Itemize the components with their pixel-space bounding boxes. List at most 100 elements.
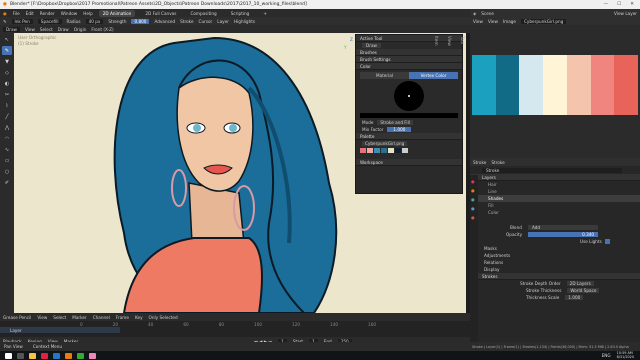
highlights-dropdown[interactable]: Highlights: [234, 19, 255, 24]
blender-taskbar-icon[interactable]: [65, 352, 72, 359]
image-view-menu-2[interactable]: View: [488, 19, 498, 24]
material-selector[interactable]: Spacefill: [37, 18, 62, 24]
advanced-dropdown[interactable]: Advanced: [154, 19, 175, 24]
color-header[interactable]: Color: [356, 63, 462, 70]
color-wheel[interactable]: [394, 81, 424, 111]
color-value-slider[interactable]: [360, 113, 458, 118]
image-image-menu[interactable]: Image: [503, 19, 516, 24]
modifier-properties-icon[interactable]: ●: [471, 206, 477, 211]
task-view-icon[interactable]: [17, 352, 24, 359]
language-indicator[interactable]: ENG: [602, 353, 611, 358]
mode-selector[interactable]: Draw: [3, 26, 20, 32]
only-selected-toggle[interactable]: Only Selected: [149, 315, 178, 320]
timeline-marker-menu[interactable]: Marker: [72, 315, 86, 320]
layer-item-color[interactable]: Color: [470, 209, 640, 216]
swatch[interactable]: [360, 148, 366, 153]
image-view-menu[interactable]: View: [473, 19, 483, 24]
line-tool-icon[interactable]: ╱: [2, 112, 12, 121]
masks-section[interactable]: Masks: [470, 245, 640, 252]
opacity-slider[interactable]: 0.340: [528, 232, 599, 237]
layer-dropdown[interactable]: Layer: [217, 19, 229, 24]
layer-item-line[interactable]: Line: [470, 188, 640, 195]
timeline-frame-menu[interactable]: Frame: [116, 315, 129, 320]
add-workspace-button[interactable]: +: [259, 10, 271, 17]
polyline-tool-icon[interactable]: ⋀: [2, 123, 12, 132]
axis-z-label[interactable]: Z: [350, 37, 353, 42]
active-tool-field[interactable]: Draw: [362, 43, 381, 48]
properties-tab-stroke-2[interactable]: Stroke: [491, 160, 504, 165]
sidebar-tab-tool[interactable]: Tool: [460, 36, 465, 46]
workspace-tab-compositing[interactable]: Compositing: [186, 10, 220, 17]
annotate-tool-icon[interactable]: ✐: [2, 178, 12, 187]
display-section[interactable]: Display: [470, 266, 640, 273]
mode-dropdown[interactable]: Stroke and Fill: [377, 120, 413, 125]
clock[interactable]: 10:59 AM 8/31/2020: [617, 351, 634, 360]
file-explorer-icon[interactable]: [29, 352, 36, 359]
material-properties-icon[interactable]: ●: [471, 215, 477, 220]
palette-header[interactable]: Palette: [356, 133, 462, 140]
swatch[interactable]: [381, 148, 387, 153]
thickness-scale-field[interactable]: 1.000: [565, 295, 584, 300]
photoshop-icon[interactable]: [53, 352, 60, 359]
workspace-tab-scripting[interactable]: Scripting: [227, 10, 254, 17]
scene-name[interactable]: Scene: [481, 11, 494, 16]
timeline-select-menu[interactable]: Select: [53, 315, 66, 320]
tint-tool-icon[interactable]: ◐: [2, 79, 12, 88]
minimize-icon[interactable]: —: [604, 2, 609, 7]
layer-item-fill[interactable]: Fill: [470, 202, 640, 209]
menu-file[interactable]: File: [13, 11, 20, 16]
radius-field[interactable]: 40 px: [85, 18, 104, 24]
layer-channel-row[interactable]: Layer: [0, 327, 120, 333]
stroke-dropdown[interactable]: Stroke: [180, 19, 193, 24]
origin-dropdown[interactable]: Origin: [74, 27, 87, 32]
workspace-tab-2d-full[interactable]: 2D Full Canvas: [141, 10, 180, 17]
strength-slider[interactable]: 0.800: [131, 18, 150, 24]
close-icon[interactable]: ✕: [630, 2, 634, 7]
swatch[interactable]: [367, 148, 373, 153]
workspace-header[interactable]: Workspace: [356, 159, 462, 166]
image-name-field[interactable]: CyberpunkGirl.png: [521, 18, 567, 24]
menu-edit[interactable]: Edit: [26, 11, 34, 16]
stroke-thickness-dropdown[interactable]: World Space: [567, 288, 600, 293]
object-properties-icon[interactable]: ●: [471, 197, 477, 202]
tab-vertex-color[interactable]: Vertex Color: [409, 72, 458, 79]
swatch[interactable]: [374, 148, 380, 153]
blender-menu-icon[interactable]: ●: [3, 11, 7, 16]
opera-icon[interactable]: [41, 352, 48, 359]
blend-dropdown[interactable]: Add: [527, 225, 598, 230]
strokes-header[interactable]: Strokes: [470, 273, 640, 280]
object-name-field[interactable]: Stroke: [482, 167, 622, 173]
brushes-header[interactable]: Brushes: [356, 49, 462, 56]
cutter-tool-icon[interactable]: ✂: [2, 90, 12, 99]
windows-start-icon[interactable]: [5, 352, 12, 359]
arc-tool-icon[interactable]: ◠: [2, 134, 12, 143]
use-lights-checkbox[interactable]: [604, 239, 610, 244]
menu-draw[interactable]: Draw: [58, 27, 69, 32]
swatch[interactable]: [388, 148, 394, 153]
timeline-key-menu[interactable]: Key: [135, 315, 143, 320]
menu-help[interactable]: Help: [83, 11, 93, 16]
curve-tool-icon[interactable]: ∿: [2, 145, 12, 154]
sidebar-tab-view[interactable]: View: [447, 36, 452, 46]
axis-y-label[interactable]: Y: [344, 45, 347, 50]
reference-palette-image[interactable]: [472, 55, 639, 115]
relations-section[interactable]: Relations: [470, 259, 640, 266]
sidebar-tab-item[interactable]: Item: [434, 36, 439, 46]
cursor-dropdown[interactable]: Cursor: [199, 19, 213, 24]
swatch[interactable]: [402, 148, 408, 153]
draw-tool-icon[interactable]: ✎: [2, 46, 12, 55]
eyedropper-tool-icon[interactable]: ⌇: [2, 101, 12, 110]
adjustments-section[interactable]: Adjustments: [470, 252, 640, 259]
brush-settings-header[interactable]: Brush Settings: [356, 56, 462, 63]
workspace-tab-2d-animation[interactable]: 2D Animation: [98, 9, 136, 17]
brush-selector[interactable]: Ink Pen: [11, 18, 33, 24]
cursor-tool-icon[interactable]: ↖: [2, 35, 12, 44]
placement-dropdown[interactable]: Front (X-Z): [91, 27, 113, 32]
palette-name-field[interactable]: CyberpunkGirl.png: [362, 141, 408, 146]
app-icon-2[interactable]: [89, 352, 96, 359]
box-tool-icon[interactable]: ▭: [2, 156, 12, 165]
depth-order-dropdown[interactable]: 2D Layers: [566, 281, 594, 286]
swatch[interactable]: [395, 148, 401, 153]
menu-view[interactable]: View: [25, 27, 35, 32]
app-icon[interactable]: [77, 352, 84, 359]
